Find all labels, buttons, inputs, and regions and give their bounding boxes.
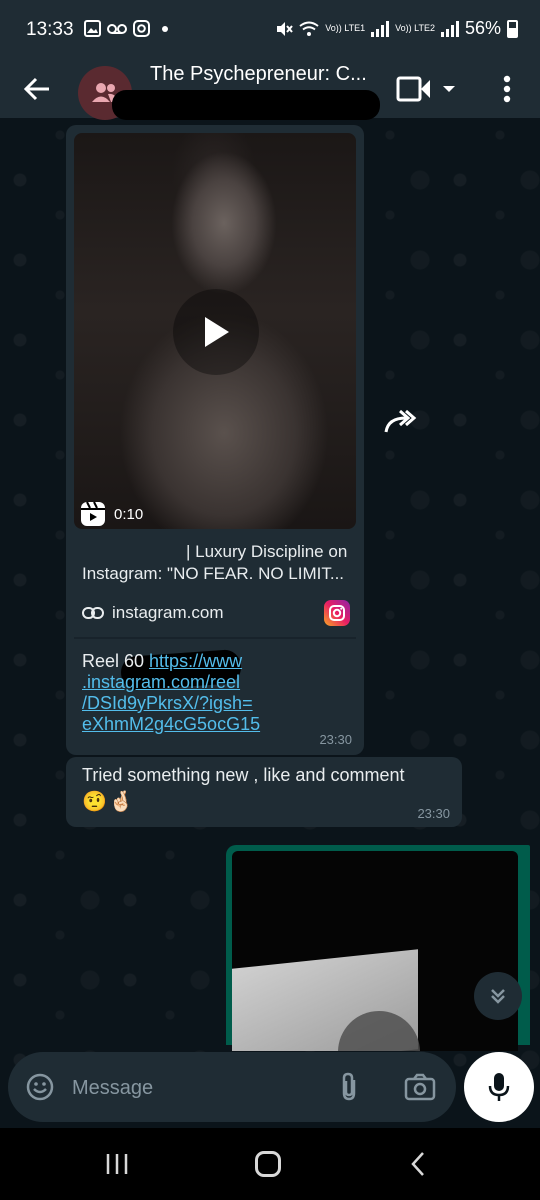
back-arrow-icon[interactable] (20, 72, 54, 106)
message-emojis: 🤨 🤞🏻 (82, 789, 134, 814)
link-divider (74, 637, 356, 639)
link-preview-title[interactable]: | Luxury Discipline on Instagram: "NO FE… (82, 541, 352, 585)
reel-thumbnail[interactable]: 0:10 (74, 133, 356, 529)
emoji-icon[interactable] (26, 1073, 54, 1101)
message-composer (8, 1052, 456, 1122)
attach-icon[interactable] (336, 1071, 362, 1103)
status-system-icons: Vo)) LTE1 Vo)) LTE2 56% (275, 18, 518, 39)
volte2-label: Vo)) LTE2 (395, 23, 435, 33)
voice-message-button[interactable] (464, 1052, 534, 1122)
volte1-label: Vo)) LTE1 (325, 23, 366, 33)
double-chevron-down-icon (491, 989, 505, 1004)
video-call-icon[interactable] (396, 74, 458, 104)
emoji-raised-eyebrow: 🤨 (82, 791, 107, 813)
signal2-icon (440, 20, 459, 37)
camera-icon[interactable] (404, 1073, 436, 1101)
redaction-mark (112, 90, 380, 120)
video-thumbnail[interactable] (232, 851, 518, 1051)
reels-icon (81, 501, 105, 526)
voicemail-icon (107, 23, 127, 34)
message-timestamp: 23:30 (417, 806, 450, 821)
more-options-icon[interactable] (496, 72, 518, 106)
notification-dot-icon (162, 25, 168, 32)
link-title-line2: Instagram: "NO FEAR. NO LIMIT... (82, 564, 345, 583)
message-input[interactable] (72, 1074, 312, 1102)
play-button[interactable] (173, 289, 259, 375)
status-bar: 13:33 Vo)) LTE1 Vo)) LTE2 56% (0, 0, 540, 60)
play-icon (205, 317, 229, 347)
recent-apps-icon[interactable] (104, 1152, 130, 1176)
instagram-icon (324, 600, 350, 626)
emoji-crossed-fingers: 🤞🏻 (108, 791, 134, 813)
gallery-icon (84, 20, 101, 37)
home-icon[interactable] (255, 1151, 281, 1177)
video-duration: 0:10 (114, 505, 144, 523)
chat-header: The Psychepreneur: C... (0, 60, 540, 120)
message-bubble-reel[interactable]: 0:10 | Luxury Discipline on Instagram: "… (66, 125, 364, 755)
link-icon (82, 607, 104, 619)
system-navigation-bar (0, 1128, 540, 1200)
wifi-icon (299, 21, 319, 36)
battery-percent: 56% (464, 18, 501, 38)
message-prefix: Reel 60 (82, 651, 150, 671)
mute-icon (277, 21, 294, 36)
reel-badge: 0:10 (80, 501, 143, 527)
instagram-status-icon (133, 20, 150, 37)
nav-back-icon[interactable] (408, 1150, 428, 1178)
chat-title[interactable]: The Psychepreneur: C... (150, 63, 367, 86)
status-notification-icons (84, 20, 168, 37)
battery-icon (507, 19, 518, 38)
microphone-icon (488, 1073, 510, 1101)
message-timestamp: 23:30 (319, 732, 352, 747)
message-bubble-caption[interactable]: Tried something new , like and comment 🤨… (66, 757, 462, 827)
link-domain[interactable]: instagram.com (82, 603, 223, 623)
signal1-icon (371, 20, 390, 37)
scroll-to-bottom-button[interactable] (474, 972, 522, 1020)
message-text: Tried something new , like and comment (82, 765, 405, 785)
link-domain-text: instagram.com (112, 603, 224, 622)
forward-icon[interactable] (378, 400, 422, 444)
link-title-line1: | Luxury Discipline on (186, 542, 348, 561)
message-text: Reel 60 https://www .instagram.com/reel/D… (82, 651, 282, 735)
status-time: 13:33 (26, 19, 74, 40)
